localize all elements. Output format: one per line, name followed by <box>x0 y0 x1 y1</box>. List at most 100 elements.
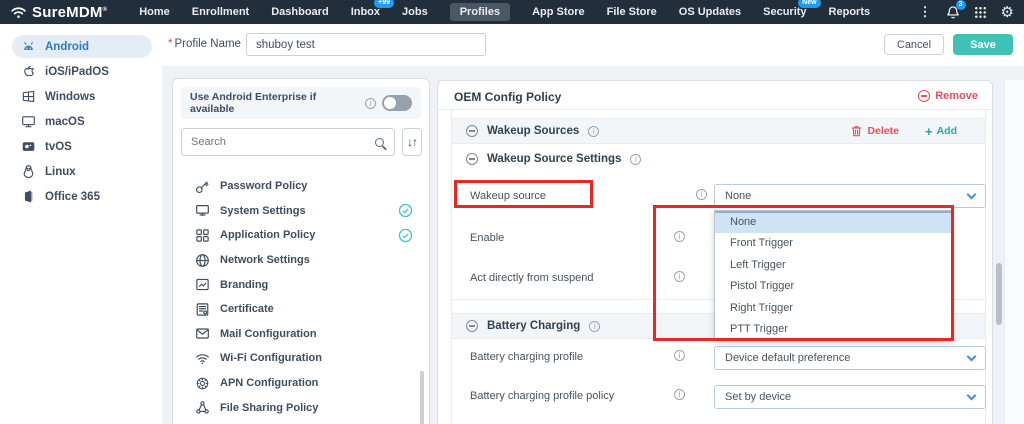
policy-item-application-policy[interactable]: Application Policy <box>173 223 429 248</box>
sidebar-item-macos[interactable]: macOS <box>12 110 152 133</box>
wakeup-source-label: Wakeup source <box>470 190 546 202</box>
info-icon[interactable] <box>674 389 685 400</box>
nav-item-security[interactable]: SecurityNew <box>763 6 806 18</box>
dropdown-option-front-trigger[interactable]: Front Trigger <box>715 233 951 255</box>
search-icon <box>375 138 384 147</box>
notifications-button[interactable]: 3 <box>946 5 960 20</box>
policy-item-system-settings[interactable]: System Settings <box>173 199 429 224</box>
oem-config-title: OEM Config Policy <box>454 90 561 104</box>
policy-list-panel: Use Android Enterprise if available ↓↑ P… <box>172 78 430 424</box>
collapse-icon[interactable] <box>466 320 478 332</box>
collapse-icon[interactable] <box>466 153 478 165</box>
info-icon[interactable] <box>674 350 685 361</box>
top-navigation: SureMDM® Home Enrollment Dashboard Inbox… <box>0 0 1024 24</box>
policy-item-file-sharing-policy[interactable]: File Sharing Policy <box>173 395 429 420</box>
policy-item-mail-configuration[interactable]: Mail Configuration <box>173 322 429 347</box>
nav-item-app-store[interactable]: App Store <box>532 6 585 18</box>
wakeup-source-select[interactable]: None <box>714 184 986 208</box>
brand-name: SureMDM® <box>32 4 107 21</box>
app-grid-icon[interactable] <box>974 6 987 19</box>
policy-item-certificate[interactable]: Certificate <box>173 297 429 322</box>
nav-item-profiles[interactable]: Profiles <box>450 3 510 21</box>
policy-item-label: File Sharing Policy <box>220 402 318 414</box>
profile-header: *Profile Name Cancel Save <box>162 24 1024 66</box>
nav-item-enrollment[interactable]: Enrollment <box>192 6 249 18</box>
add-label: Add <box>937 125 957 137</box>
sidebar-item-label: tvOS <box>45 141 72 153</box>
kebab-menu-icon[interactable]: ⋮ <box>919 4 932 20</box>
nav-item-home[interactable]: Home <box>139 6 170 18</box>
settings-gear-icon[interactable]: ⚙ <box>1001 5 1014 20</box>
wakeup-sources-title: Wakeup Sources <box>487 125 579 137</box>
sort-button[interactable]: ↓↑ <box>402 128 422 156</box>
windows-icon <box>21 89 36 104</box>
inbox-count-badge: +99 <box>374 0 394 8</box>
notification-count-badge: 3 <box>956 0 966 10</box>
nav-item-reports[interactable]: Reports <box>829 6 871 18</box>
globe-icon <box>195 253 210 268</box>
collapse-icon[interactable] <box>466 125 478 137</box>
panel-scrollbar-thumb[interactable] <box>996 263 1002 325</box>
linux-penguin-icon <box>21 164 36 179</box>
cancel-button[interactable]: Cancel <box>884 34 944 55</box>
sidebar-item-linux[interactable]: Linux <box>12 160 152 183</box>
policy-item-label: Certificate <box>220 303 274 315</box>
chevron-down-icon <box>967 189 977 199</box>
dropdown-option-ptt-trigger[interactable]: PTT Trigger <box>715 319 951 341</box>
policy-list-scrollbar[interactable] <box>420 371 424 424</box>
info-icon[interactable] <box>674 231 685 242</box>
select-value: None <box>725 190 751 202</box>
remove-policy-button[interactable]: Remove <box>918 90 978 102</box>
info-icon[interactable] <box>674 271 685 282</box>
add-button[interactable]: + Add <box>925 125 957 138</box>
info-icon[interactable] <box>589 321 600 332</box>
policy-item-password-policy[interactable]: Password Policy <box>173 174 429 199</box>
save-button[interactable]: Save <box>953 34 1013 55</box>
nav-item-dashboard[interactable]: Dashboard <box>271 6 328 18</box>
sidebar-item-label: iOS/iPadOS <box>45 66 109 78</box>
security-new-badge: New <box>798 0 820 8</box>
sidebar-item-office-365[interactable]: Office 365 <box>12 185 152 208</box>
sidebar-item-windows[interactable]: Windows <box>12 85 152 108</box>
share-nodes-icon <box>195 400 210 415</box>
apps-grid-icon <box>195 228 210 243</box>
dropdown-option-right-trigger[interactable]: Right Trigger <box>715 297 951 319</box>
section-actions: Delete + Add <box>851 125 957 138</box>
right-rail <box>1004 80 1024 424</box>
configured-check-icon <box>398 228 413 243</box>
info-icon[interactable] <box>696 189 707 200</box>
nav-item-os-updates[interactable]: OS Updates <box>679 6 741 18</box>
android-icon <box>21 39 36 54</box>
nav-item-jobs[interactable]: Jobs <box>402 6 428 18</box>
nav-item-inbox[interactable]: Inbox+99 <box>351 6 380 18</box>
info-icon[interactable] <box>630 154 641 165</box>
app-frame: SureMDM® Home Enrollment Dashboard Inbox… <box>0 0 1024 424</box>
sidebar-item-android[interactable]: Android <box>12 35 152 58</box>
minus-circle-icon <box>918 90 930 102</box>
policy-item-wifi-configuration[interactable]: Wi-Fi Configuration <box>173 346 429 371</box>
battery-charging-profile-select[interactable]: Device default preference <box>714 346 986 370</box>
chevron-down-icon <box>967 351 977 361</box>
oem-config-scroll-area: Wakeup Sources Delete + Add Wakeup Sourc… <box>451 109 986 424</box>
policy-item-apn-configuration[interactable]: APN Configuration <box>173 371 429 396</box>
sidebar-item-tvos[interactable]: tvOS <box>12 135 152 158</box>
chevron-down-icon <box>967 390 977 400</box>
dropdown-option-left-trigger[interactable]: Left Trigger <box>715 254 951 276</box>
suremdm-logo[interactable]: SureMDM® <box>10 4 107 21</box>
battery-charging-profile-policy-select[interactable]: Set by device <box>714 385 986 409</box>
delete-button[interactable]: Delete <box>851 125 899 137</box>
profile-name-input[interactable] <box>246 33 486 56</box>
certificate-icon <box>195 302 210 317</box>
policy-item-network-settings[interactable]: Network Settings <box>173 248 429 273</box>
android-enterprise-toggle[interactable] <box>382 95 412 111</box>
info-icon[interactable] <box>588 126 599 137</box>
search-input[interactable] <box>182 136 375 148</box>
info-icon[interactable] <box>365 98 376 109</box>
dropdown-option-none[interactable]: None <box>715 211 951 233</box>
nav-item-file-store[interactable]: File Store <box>607 6 657 18</box>
dropdown-option-pistol-trigger[interactable]: Pistol Trigger <box>715 276 951 298</box>
sidebar-item-ios-ipados[interactable]: iOS/iPadOS <box>12 60 152 83</box>
policy-item-label: System Settings <box>220 205 306 217</box>
policy-item-branding[interactable]: Branding <box>173 272 429 297</box>
wakeup-source-dropdown: None Front Trigger Left Trigger Pistol T… <box>714 210 952 341</box>
